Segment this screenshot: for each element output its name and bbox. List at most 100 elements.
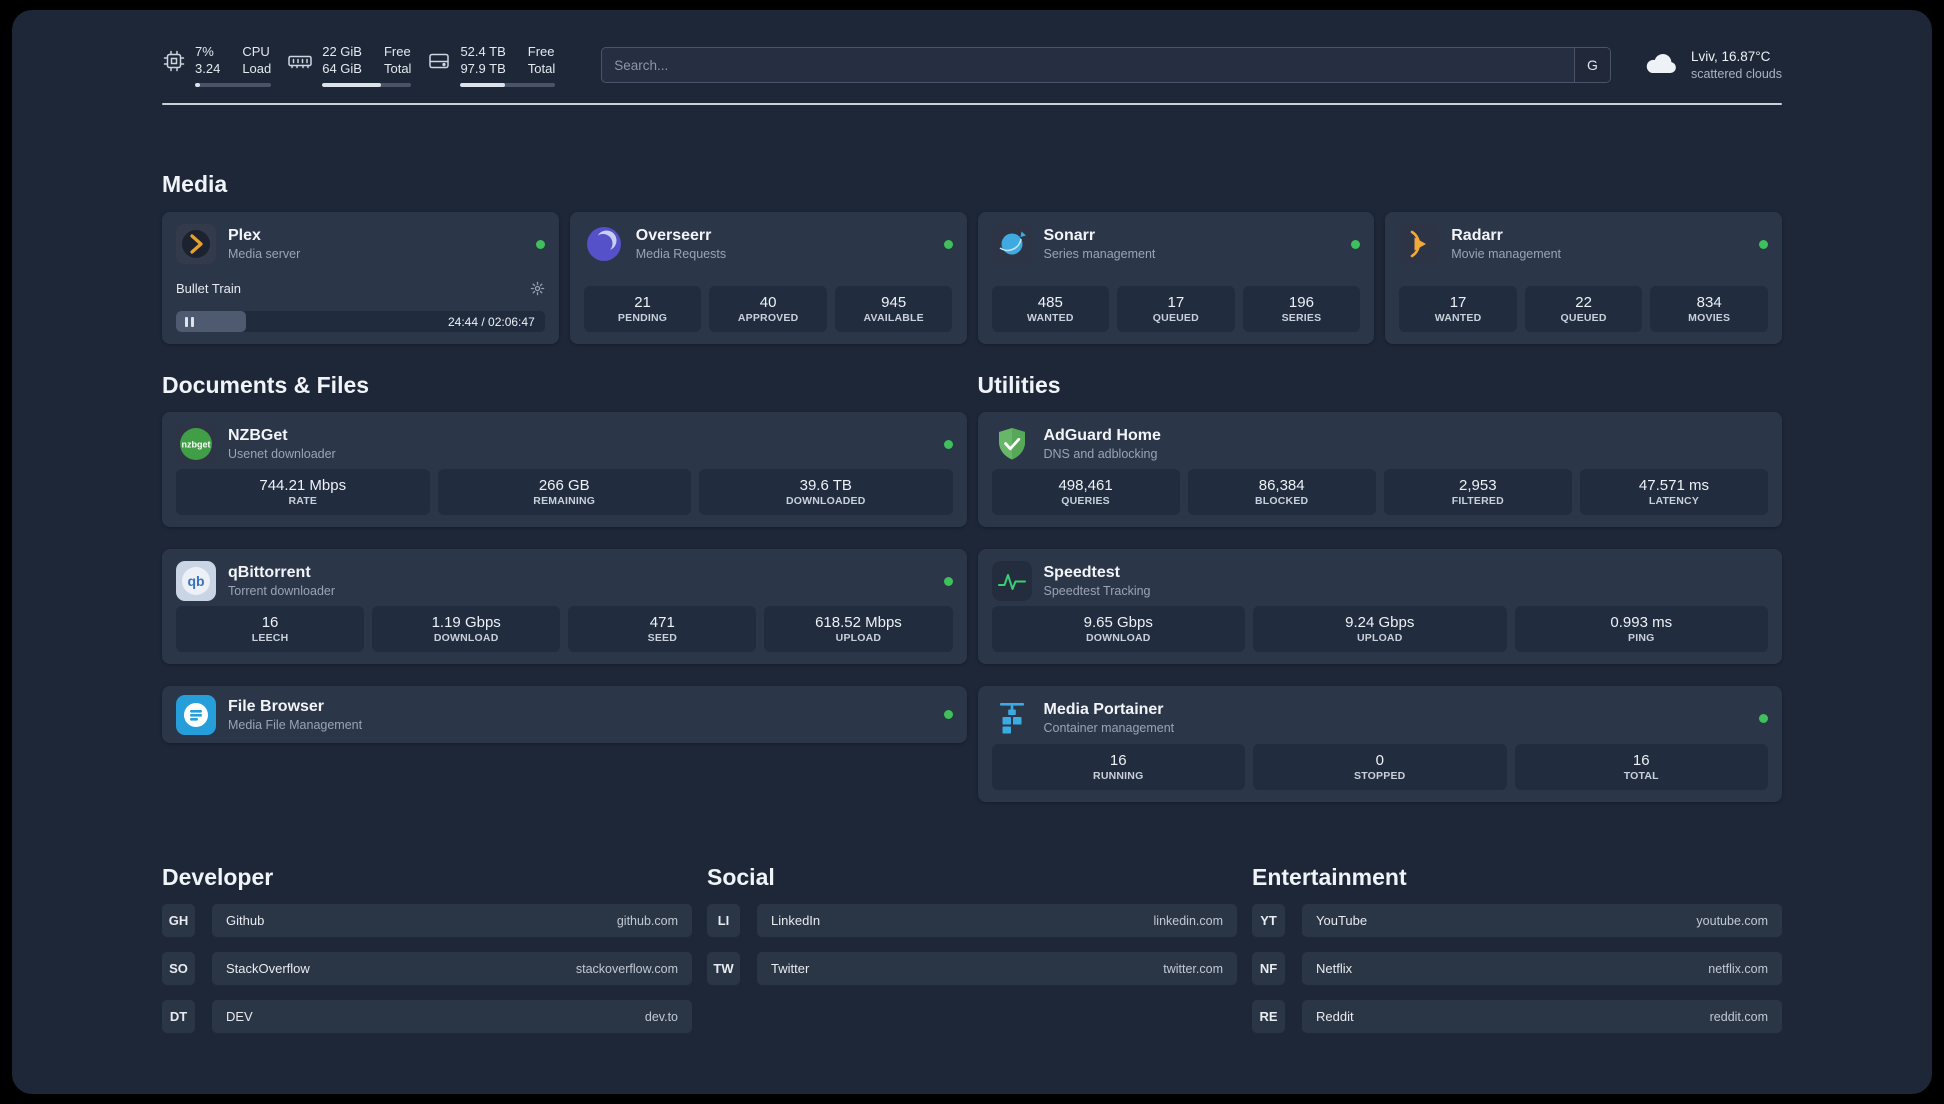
- settings-gear-icon[interactable]: [530, 281, 545, 296]
- stat-box: 2,953 FILTERED: [1383, 469, 1572, 515]
- playback-time: 24:44 / 02:06:47: [448, 314, 535, 329]
- bookmark-abbr: YT: [1252, 904, 1285, 937]
- bookmark-domain: youtube.com: [1696, 913, 1768, 928]
- app-card-speedtest[interactable]: Speedtest Speedtest Tracking 9.65 Gbps D…: [977, 549, 1782, 664]
- weather-condition: scattered clouds: [1690, 67, 1782, 81]
- stat-box: 39.6 TB DOWNLOADED: [699, 469, 953, 515]
- bookmark-abbr: RE: [1252, 1000, 1285, 1033]
- plex-icon: [176, 224, 216, 264]
- radarr-icon: [1399, 224, 1440, 264]
- app-card-plex[interactable]: Plex Media server Bullet Train 24:44 / 0…: [162, 212, 559, 344]
- app-card-qbittorrent[interactable]: qb qBittorrent Torrent downloader 16 LEE…: [162, 549, 967, 664]
- app-card-overseerr[interactable]: Overseerr Media Requests 21 PENDING 40 A…: [569, 212, 967, 344]
- pause-icon[interactable]: [185, 316, 194, 327]
- media-cards-row: Plex Media server Bullet Train 24:44 / 0…: [162, 212, 1782, 344]
- qbittorrent-icon: qb: [176, 561, 216, 601]
- stat-box: 22 QUEUED: [1524, 286, 1643, 332]
- stat-box: 196 SERIES: [1242, 286, 1361, 332]
- section-title-developer: Developer: [162, 864, 274, 890]
- app-card-nzbget[interactable]: nzbget NZBGet Usenet downloader 744.21 M…: [162, 412, 967, 527]
- stat-box: 16 RUNNING: [991, 744, 1245, 790]
- app-card-radarr[interactable]: Radarr Movie management 17 WANTED 22 QUE…: [1385, 212, 1782, 344]
- bookmark-github[interactable]: GH Github github.com: [162, 904, 692, 937]
- stat-box: 485 WANTED: [991, 286, 1110, 332]
- section-title-social: Social: [707, 864, 775, 890]
- app-desc: DNS and adblocking: [1043, 447, 1158, 461]
- app-card-portainer[interactable]: Media Portainer Container management 16 …: [977, 686, 1782, 802]
- adguard-icon: [992, 424, 1032, 464]
- stat-box: 9.24 Gbps UPLOAD: [1253, 606, 1507, 652]
- stat-box: 9.65 Gbps DOWNLOAD: [991, 606, 1245, 652]
- bookmark-linkedin[interactable]: LI LinkedIn linkedin.com: [707, 904, 1237, 937]
- app-card-filebrowser[interactable]: File Browser Media File Management: [162, 686, 967, 743]
- disk-icon: [427, 49, 451, 78]
- stat-box: 471 SEED: [568, 606, 757, 652]
- stat-box: 0 STOPPED: [1253, 744, 1507, 790]
- bookmark-domain: stackoverflow.com: [575, 961, 678, 976]
- disk-label-1: Free: [527, 44, 555, 59]
- disk-usage-bar: [460, 83, 556, 87]
- bookmark-name: Netflix: [1316, 961, 1353, 976]
- app-card-sonarr[interactable]: Sonarr Series management 485 WANTED 17 Q…: [977, 212, 1375, 344]
- app-desc: Speedtest Tracking: [1043, 584, 1151, 598]
- stat-box: 1.19 Gbps DOWNLOAD: [372, 606, 561, 652]
- ram-usage-bar: [322, 83, 412, 87]
- bookmark-abbr: GH: [162, 904, 195, 937]
- stat-box: 40 APPROVED: [709, 286, 827, 332]
- bookmark-twitter[interactable]: TW Twitter twitter.com: [707, 952, 1237, 985]
- speedtest-icon: [991, 561, 1032, 601]
- stat-box: 16 TOTAL: [1514, 744, 1768, 790]
- bookmark-stackoverflow[interactable]: SO StackOverflow stackoverflow.com: [162, 952, 692, 985]
- search-engine-button[interactable]: G: [1573, 48, 1610, 82]
- playback-progress-bar[interactable]: 24:44 / 02:06:47: [176, 311, 545, 332]
- disk-total: 97.9 TB: [460, 61, 506, 76]
- stat-box: 266 GB REMAINING: [437, 469, 691, 515]
- bookmarks-social: Social LI LinkedIn linkedin.com TW Twitt…: [707, 864, 1237, 1048]
- bookmark-netflix[interactable]: NF Netflix netflix.com: [1252, 952, 1782, 985]
- bookmark-name: Github: [226, 913, 265, 928]
- status-dot: [943, 239, 953, 249]
- app-desc: Series management: [1043, 247, 1156, 261]
- app-desc: Media File Management: [228, 717, 363, 732]
- app-card-adguard[interactable]: AdGuard Home DNS and adblocking 498,461 …: [977, 412, 1782, 527]
- weather-location: Lviv, 16.87°C: [1690, 49, 1771, 64]
- stat-box: 945 AVAILABLE: [834, 286, 953, 332]
- search-input[interactable]: [602, 48, 1574, 82]
- bookmark-dev[interactable]: DT DEV dev.to: [162, 1000, 692, 1033]
- app-desc: Media server: [228, 247, 301, 261]
- bookmark-domain: reddit.com: [1709, 1009, 1768, 1024]
- app-name: Overseerr: [635, 227, 712, 244]
- app-desc: Container management: [1043, 721, 1175, 735]
- app-name: Radarr: [1451, 227, 1503, 244]
- section-title-utilities: Utilities: [977, 372, 1061, 398]
- app-name: Plex: [228, 227, 261, 244]
- bookmark-reddit[interactable]: RE Reddit reddit.com: [1252, 1000, 1782, 1033]
- bookmark-name: YouTube: [1316, 913, 1368, 928]
- cpu-load: 3.24: [195, 61, 221, 76]
- stat-box: 17 WANTED: [1399, 286, 1517, 332]
- bookmark-abbr: DT: [162, 1000, 195, 1033]
- stat-box: 498,461 QUERIES: [991, 469, 1180, 515]
- bookmark-youtube[interactable]: YT YouTube youtube.com: [1252, 904, 1782, 937]
- stat-box: 618.52 Mbps UPLOAD: [764, 606, 953, 652]
- app-name: Speedtest: [1043, 564, 1120, 581]
- disk-free: 52.4 TB: [460, 44, 506, 59]
- stat-box: 0.993 ms PING: [1514, 606, 1768, 652]
- bookmark-domain: github.com: [616, 913, 678, 928]
- cpu-percent: 7%: [195, 44, 214, 59]
- bookmark-abbr: NF: [1252, 952, 1285, 985]
- ram-total: 64 GiB: [322, 61, 362, 76]
- utilities-column: Utilities AdGuard Home DNS and adblockin…: [977, 372, 1782, 802]
- bookmarks-entertainment: Entertainment YT YouTube youtube.com NF …: [1252, 864, 1782, 1048]
- cloud-icon: [1641, 49, 1681, 82]
- app-desc: Movie management: [1451, 247, 1562, 261]
- status-dot: [535, 239, 545, 249]
- stat-box: 47.571 ms LATENCY: [1579, 469, 1768, 515]
- app-name: AdGuard Home: [1043, 427, 1161, 444]
- cpu-widget: 7% 3.24 CPU Load: [162, 43, 272, 87]
- topbar: 7% 3.24 CPU Load 22 GiB 64 GiB Free Tota…: [162, 36, 1782, 94]
- topbar-divider: [162, 103, 1782, 105]
- cpu-label-2: Load: [242, 61, 272, 76]
- app-name: qBittorrent: [228, 564, 311, 581]
- svg-text:nzbget: nzbget: [182, 440, 211, 450]
